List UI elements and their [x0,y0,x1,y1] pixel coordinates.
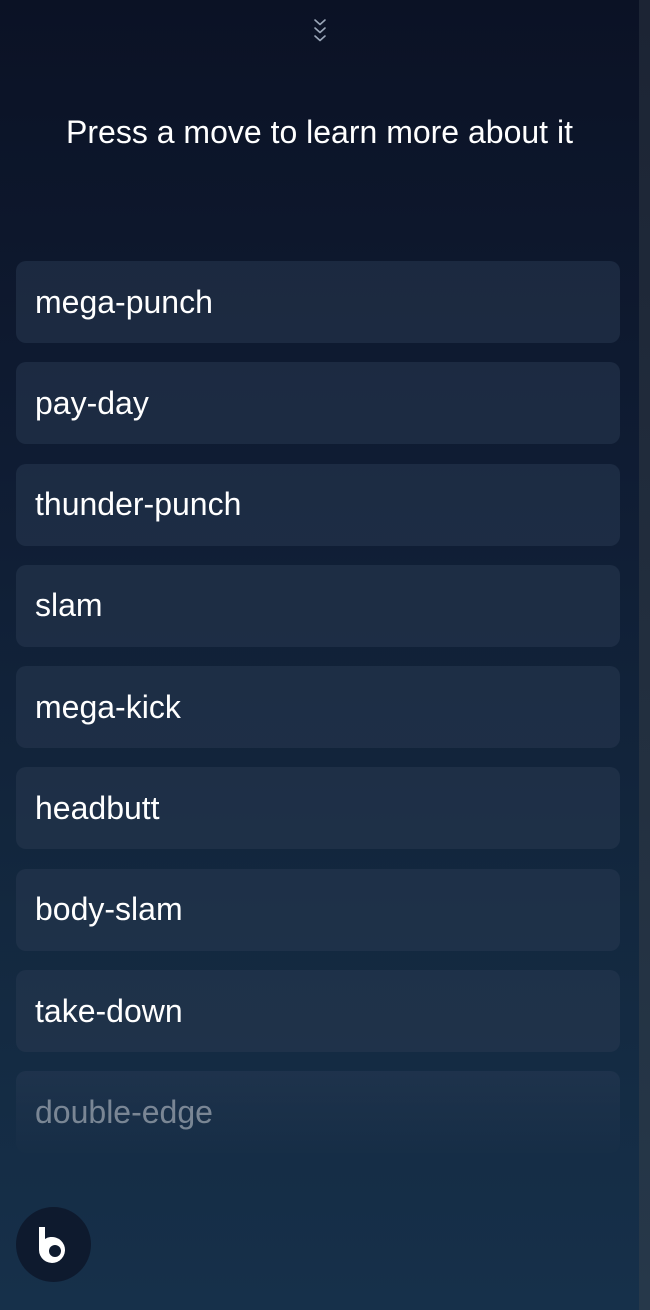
move-list: mega-punch pay-day thunder-punch slam me… [16,261,620,1173]
assistant-button[interactable] [16,1207,91,1282]
page-title: Press a move to learn more about it [66,114,573,150]
move-item-mega-kick[interactable]: mega-kick [16,666,620,749]
move-item-body-slam[interactable]: body-slam [16,868,620,951]
move-item-double-edge[interactable]: double-edge [16,1071,620,1154]
screen-edge [639,0,650,1310]
bixby-icon [36,1226,72,1264]
collapse-handle[interactable] [306,14,334,48]
move-item-thunder-punch[interactable]: thunder-punch [16,463,620,546]
move-item-headbutt[interactable]: headbutt [16,767,620,850]
moves-screen: Press a move to learn more about it mega… [0,0,650,1310]
chevron-triple-down-icon [313,17,327,45]
move-item-pay-day[interactable]: pay-day [16,362,620,445]
move-item-mega-punch[interactable]: mega-punch [16,261,620,343]
move-item-slam[interactable]: slam [16,564,620,647]
move-item-take-down[interactable]: take-down [16,970,620,1053]
